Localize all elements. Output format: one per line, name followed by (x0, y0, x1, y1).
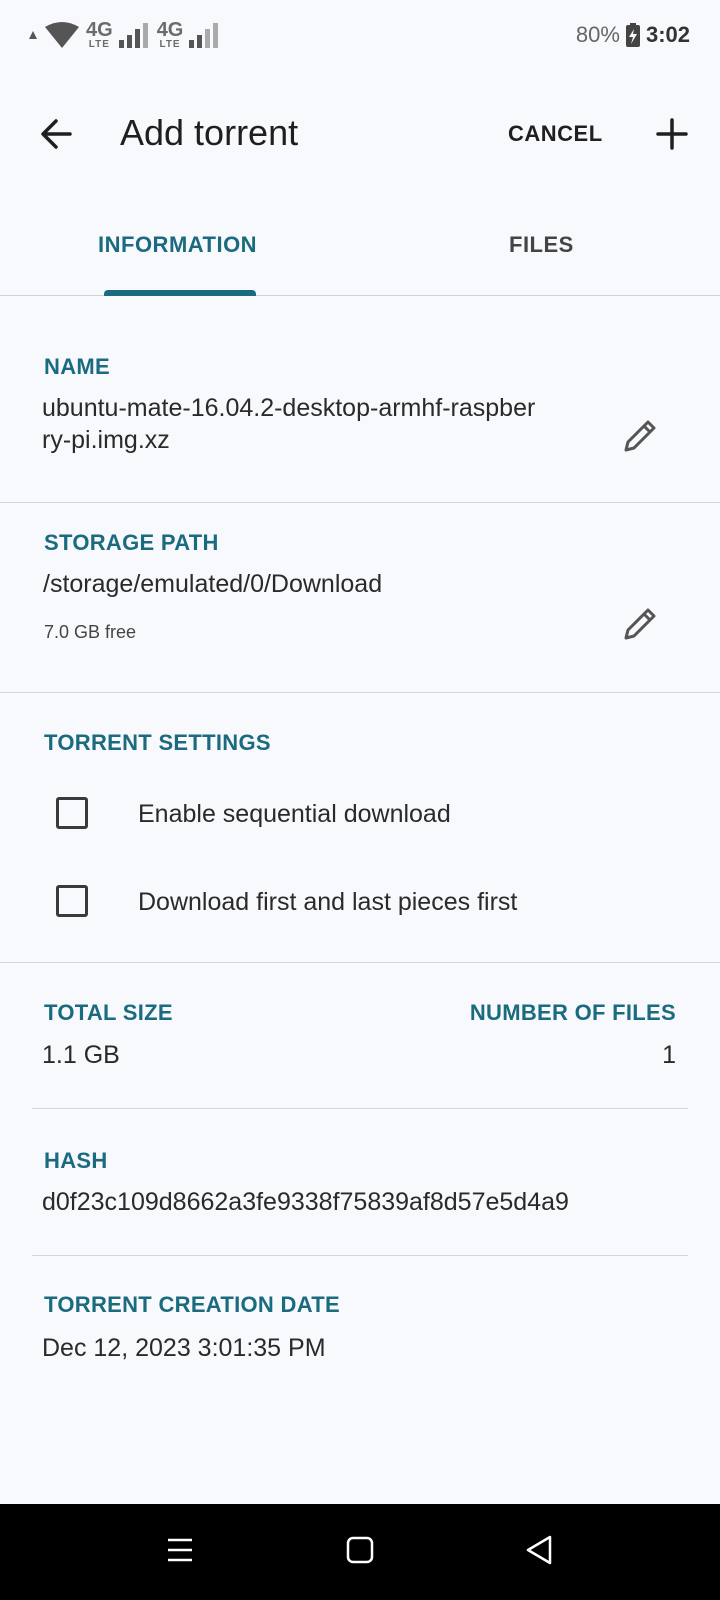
network-2: 4G LTE (157, 20, 184, 50)
recent-apps-icon[interactable] (166, 1536, 194, 1564)
sequential-download-checkbox[interactable] (56, 797, 88, 829)
network-1: 4G LTE (86, 20, 113, 50)
cancel-button[interactable]: CANCEL (508, 121, 603, 147)
divider (0, 502, 720, 503)
total-size-value: 1.1 GB (42, 1041, 120, 1069)
nav-back-icon[interactable] (524, 1534, 554, 1566)
status-right: 80% 3:02 (576, 22, 690, 48)
status-icons: 4G LTE 4G LTE (28, 20, 221, 50)
network-1-type: LTE (88, 39, 110, 50)
number-of-files-value: 1 (662, 1041, 676, 1069)
free-space: 7.0 GB free (44, 622, 137, 642)
tab-files[interactable]: FILES (509, 232, 574, 258)
number-of-files-label: NUMBER OF FILES (469, 1000, 676, 1025)
creation-date-value: Dec 12, 2023 3:01:35 PM (42, 1334, 326, 1362)
signal-arrow-icon (29, 31, 37, 39)
page-title: Add torrent (120, 112, 299, 153)
signal-bars-icon (118, 23, 148, 48)
storage-path-label: STORAGE PATH (44, 530, 219, 555)
signal-bars-icon (189, 23, 219, 48)
storage-path-value: /storage/emulated/0/Download (43, 570, 383, 598)
battery-charging-icon (625, 23, 640, 47)
status-bar: 4G LTE 4G LTE 80% 3:02 (0, 0, 720, 72)
divider (32, 1108, 688, 1109)
network-2-gen: 4G (156, 19, 184, 41)
divider (0, 692, 720, 693)
tab-indicator (104, 290, 256, 296)
hash-value: d0f23c109d8662a3fe9338f75839af8d57e5d4a9 (42, 1188, 569, 1216)
torrent-name-line1: ubuntu-mate-16.04.2-desktop-armhf-raspbe… (42, 394, 536, 422)
hash-label: HASH (44, 1148, 108, 1173)
battery-percent: 80% (575, 22, 620, 47)
divider (32, 1255, 688, 1256)
back-arrow-icon[interactable] (36, 114, 76, 154)
network-1-gen: 4G (86, 19, 113, 41)
home-icon[interactable] (346, 1536, 374, 1564)
creation-date-label: TORRENT CREATION DATE (44, 1292, 340, 1317)
network-2-type: LTE (159, 39, 181, 50)
divider (0, 962, 720, 963)
system-nav-bar (0, 1504, 720, 1600)
torrent-name-line2: ry-pi.img.xz (42, 426, 170, 454)
wifi-icon (45, 22, 79, 48)
clock: 3:02 (645, 22, 690, 47)
total-size-label: TOTAL SIZE (44, 1000, 173, 1025)
first-last-pieces-checkbox[interactable] (56, 885, 88, 917)
add-icon[interactable] (652, 114, 692, 154)
tab-information[interactable]: INFORMATION (98, 232, 257, 258)
edit-name-pencil-icon[interactable] (620, 416, 660, 456)
name-label: NAME (44, 354, 110, 379)
first-last-pieces-label[interactable]: Download first and last pieces first (138, 888, 517, 917)
edit-storage-pencil-icon[interactable] (620, 604, 660, 644)
sequential-download-label[interactable]: Enable sequential download (138, 800, 451, 829)
torrent-settings-label: TORRENT SETTINGS (44, 730, 271, 755)
